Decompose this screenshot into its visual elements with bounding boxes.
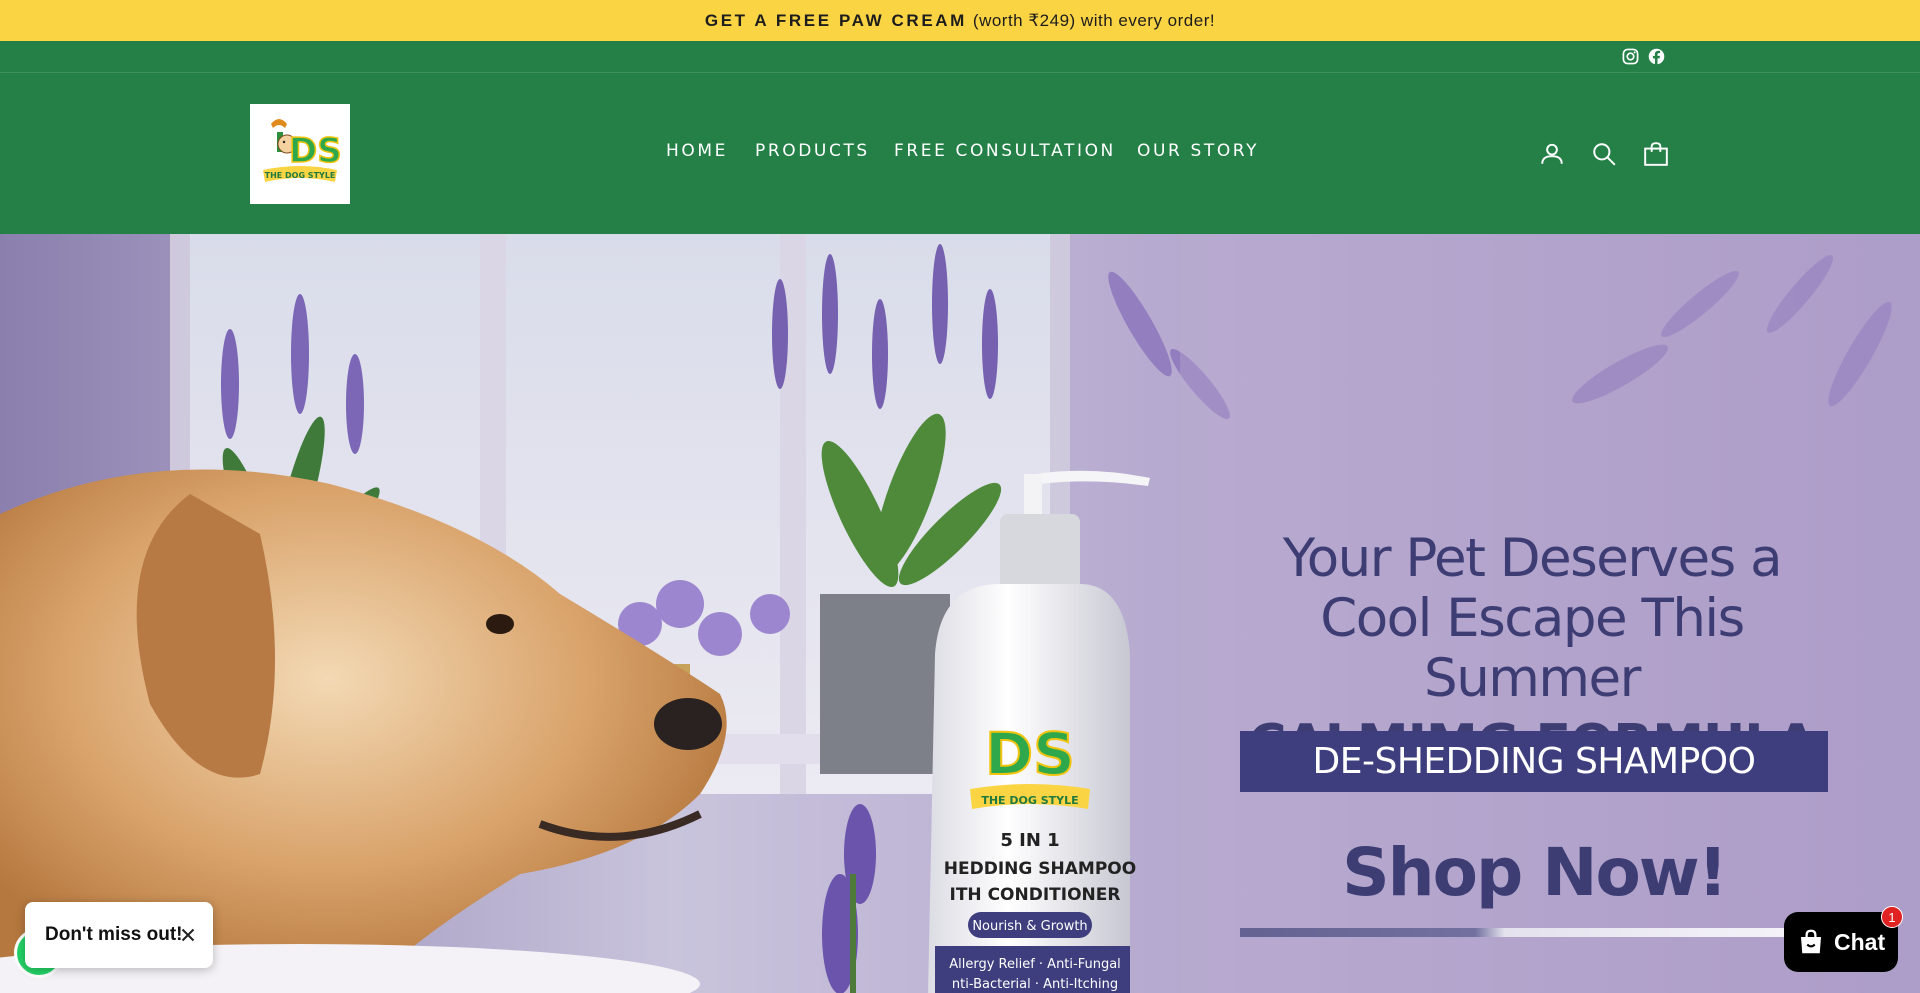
hero-headline-line1: Your Pet Deserves a xyxy=(1282,528,1783,589)
facebook-icon[interactable] xyxy=(1648,48,1665,65)
announcement-bar: GET A FREE PAW CREAM (worth ₹249) with e… xyxy=(0,0,1920,41)
bottle-tagline: Nourish & Growth xyxy=(972,919,1087,934)
shop-now-button[interactable]: Shop Now! xyxy=(1240,834,1828,911)
nav-products[interactable]: PRODUCTS xyxy=(755,141,870,161)
chat-badge: 1 xyxy=(1881,906,1903,928)
popup-label: Don't miss out! xyxy=(45,924,183,945)
bottle-benefits1: Allergy Relief · Anti-Fungal xyxy=(949,957,1121,972)
main-nav: HOME PRODUCTS FREE CONSULTATION OUR STOR… xyxy=(0,73,1920,234)
shop-now-underline xyxy=(1240,928,1828,937)
bottle-brand: THE DOG STYLE xyxy=(981,794,1078,807)
nav-free-consultation[interactable]: FREE CONSULTATION xyxy=(894,141,1116,161)
bottle-line1: 5 IN 1 xyxy=(1000,830,1059,851)
search-icon[interactable] xyxy=(1591,141,1617,167)
chat-label: Chat xyxy=(1834,928,1886,955)
nav-our-story[interactable]: OUR STORY xyxy=(1137,141,1259,161)
site-header: DS THE DOG STYLE HOME PRODUCTS FREE CONS… xyxy=(0,73,1920,234)
hero-banner[interactable]: DS THE DOG STYLE 5 IN 1 HEDDING SHAMPOO … xyxy=(0,234,1920,993)
bottle-line2: HEDDING SHAMPOO xyxy=(944,859,1136,879)
announcement-strong-text: GET A FREE PAW CREAM xyxy=(704,10,967,30)
dont-miss-out-popup[interactable]: Don't miss out! xyxy=(25,902,213,968)
instagram-icon[interactable] xyxy=(1622,48,1639,65)
hero-product-band: DE-SHEDDING SHAMPOO xyxy=(1240,731,1828,792)
bottle-benefits2: nti-Bacterial · Anti-Itching xyxy=(952,977,1118,992)
announcement-text: (worth ₹249) with every order! xyxy=(972,10,1216,30)
social-bar xyxy=(0,41,1920,73)
cart-icon[interactable] xyxy=(1643,141,1669,167)
hero-headline-line2: Cool Escape This Summer xyxy=(1320,588,1745,709)
account-icon[interactable] xyxy=(1539,141,1565,167)
close-icon[interactable] xyxy=(177,924,199,946)
nav-home[interactable]: HOME xyxy=(666,141,728,161)
chat-bag-icon xyxy=(1801,929,1821,954)
bottle-line3: ITH CONDITIONER xyxy=(950,885,1121,905)
bottle-logo-letters: DS xyxy=(985,720,1075,788)
